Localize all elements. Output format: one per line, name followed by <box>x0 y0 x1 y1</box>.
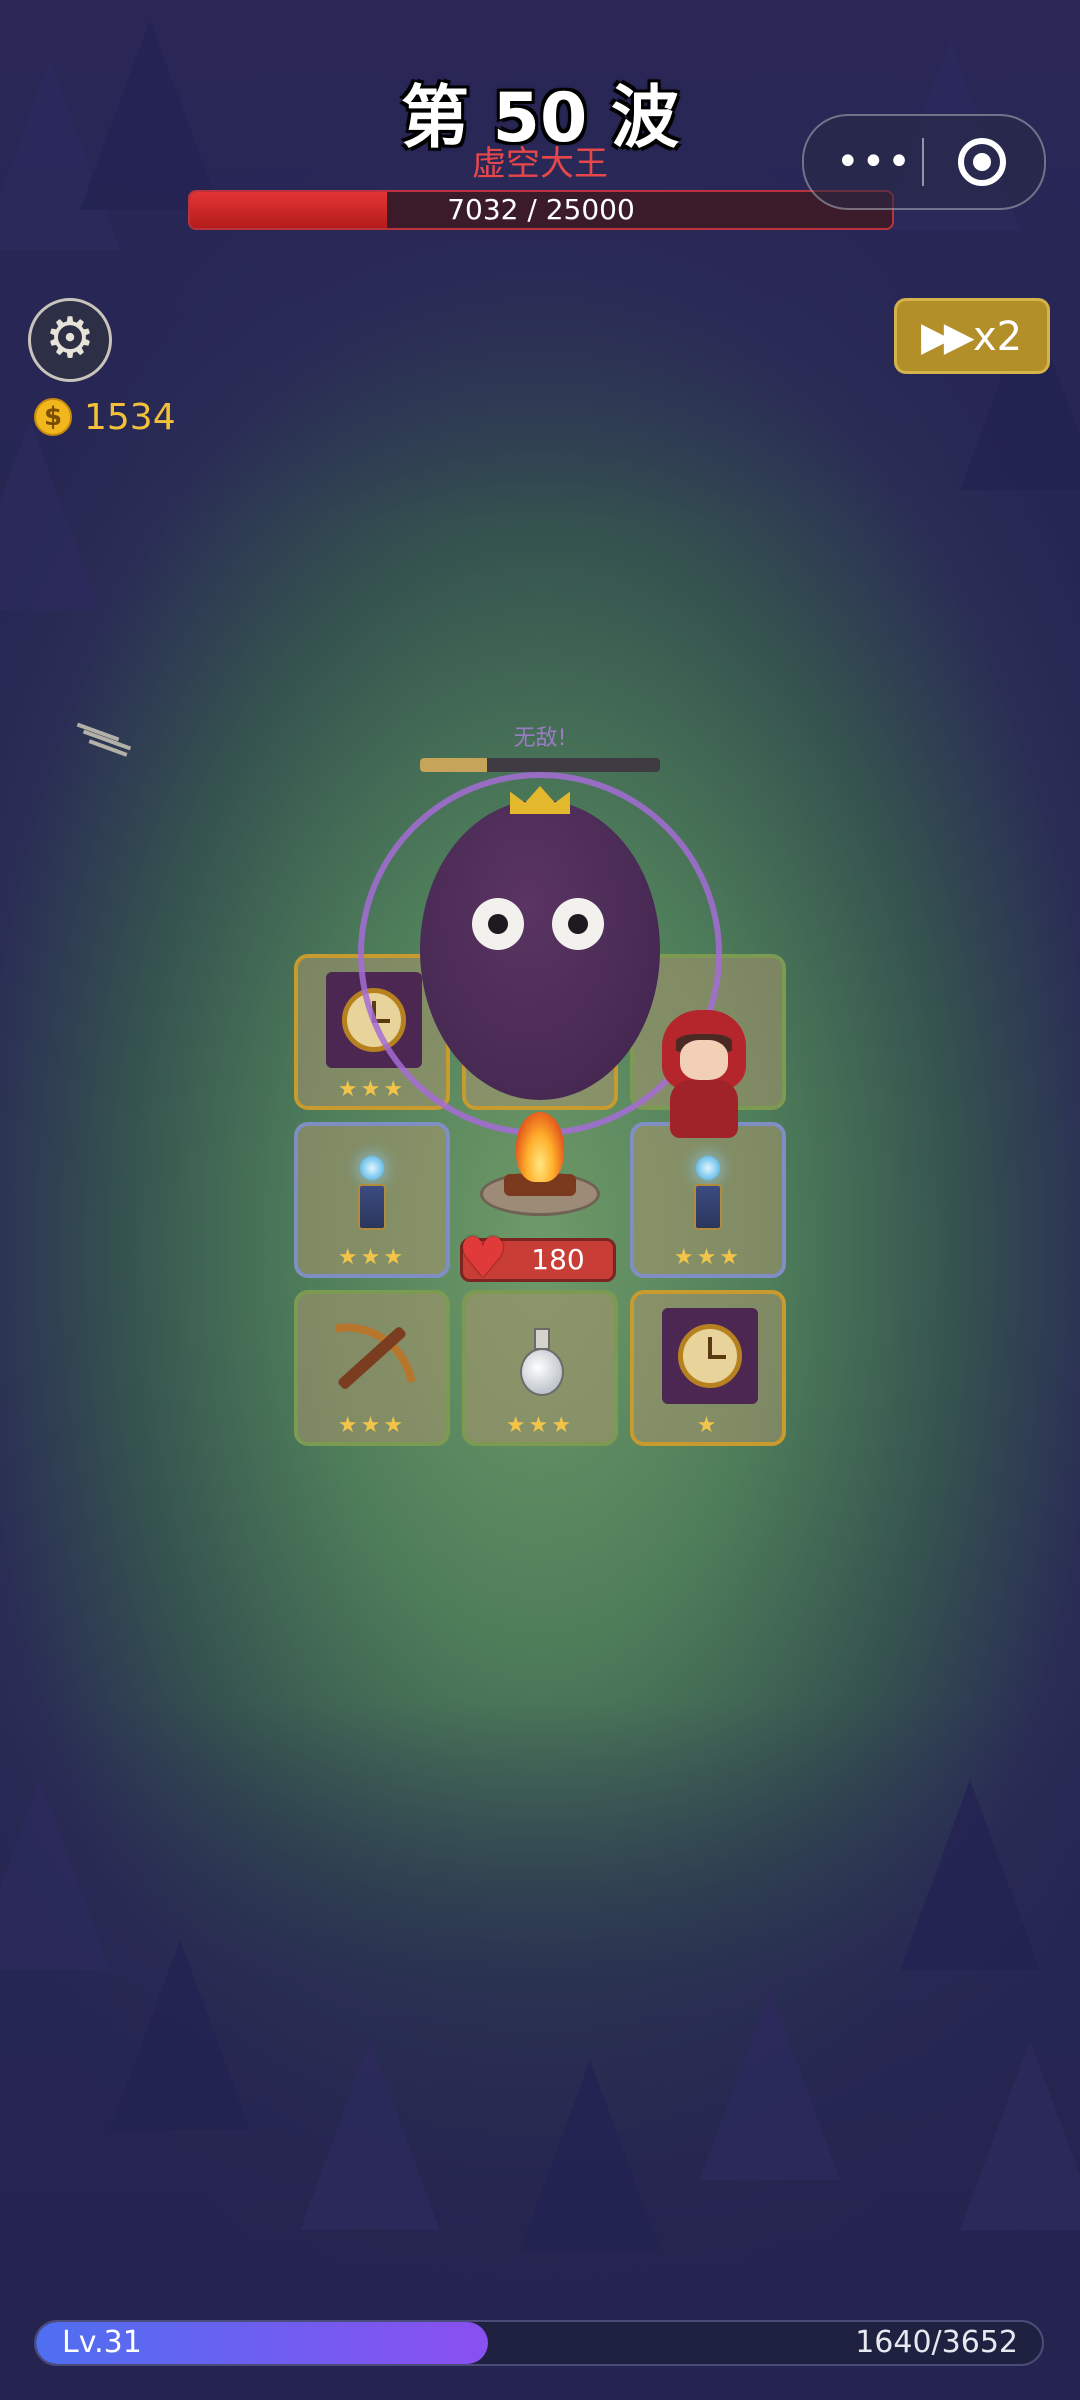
board-slot-potion[interactable]: ★★★ <box>462 1290 618 1446</box>
fast-forward-icon: ▶▶ <box>921 314 974 360</box>
boss-invulnerable-bar <box>420 758 660 772</box>
experience-text: 1640/3652 <box>855 2325 1018 2360</box>
campfire-icon <box>476 1112 604 1224</box>
experience-bar: Lv.31 1640/3652 <box>34 2320 1044 2366</box>
tesla-tower-icon <box>662 1140 754 1236</box>
tree <box>0 420 100 610</box>
boss-invulnerable-fill <box>420 758 488 772</box>
coin-icon: $ <box>34 398 72 436</box>
pocket-watch-icon <box>662 1308 758 1404</box>
tree <box>110 1940 250 2130</box>
potion-icon <box>494 1308 586 1404</box>
close-target-icon[interactable] <box>958 138 1006 186</box>
boss-eye <box>472 898 524 950</box>
player-level: Lv.31 <box>62 2325 142 2360</box>
void-king-boss <box>420 800 660 1100</box>
boss-status-text: 无敌! <box>513 726 567 751</box>
capsule-divider <box>922 138 924 186</box>
campfire-hp-value: 180 <box>531 1243 585 1276</box>
star-rating: ★★★ <box>673 1245 743 1270</box>
board-slot-crossbow[interactable]: ★★★ <box>294 1290 450 1446</box>
crossbow-icon <box>326 1308 418 1404</box>
arrow-projectile-icon <box>76 722 134 757</box>
coin-value: 1534 <box>84 397 176 438</box>
tree <box>520 2060 660 2250</box>
speed-button[interactable]: ▶▶ x2 <box>894 298 1050 374</box>
boss-hp-bar: 7032 / 25000 <box>188 190 894 230</box>
red-hood-hero <box>656 1010 752 1150</box>
tree <box>0 1780 110 1970</box>
tesla-tower-icon <box>326 1140 418 1236</box>
star-rating: ★★★ <box>337 1413 407 1438</box>
star-rating: ★ <box>696 1413 720 1438</box>
boss-hp-text: 7032 / 25000 <box>447 193 635 226</box>
miniprogram-capsule: ••• <box>802 114 1046 210</box>
more-menu-button[interactable]: ••• <box>836 142 911 182</box>
star-rating: ★★★ <box>337 1245 407 1270</box>
tree <box>300 2040 440 2230</box>
star-rating: ★★★ <box>505 1413 575 1438</box>
heart-icon: ♥ <box>457 1226 509 1291</box>
tree <box>700 1990 840 2180</box>
board-slot-tesla[interactable]: ★★★ <box>294 1122 450 1278</box>
speed-multiplier: x2 <box>973 314 1023 360</box>
tree <box>900 1780 1040 1970</box>
settings-gear-icon[interactable]: ⚙ <box>28 298 112 382</box>
boss-eye <box>552 898 604 950</box>
tree <box>960 2040 1080 2230</box>
board-slot-clock[interactable]: ★ <box>630 1290 786 1446</box>
